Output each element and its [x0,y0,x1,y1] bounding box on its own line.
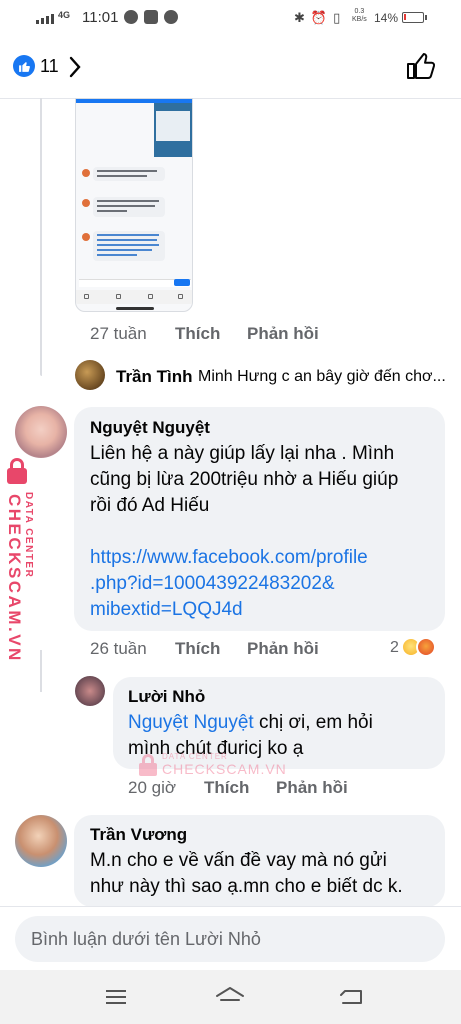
header-divider [0,98,461,99]
watermark-small-text: DATA CENTER [23,492,34,579]
like-comment-button[interactable]: Thích [175,324,220,344]
thread-line [40,650,42,692]
comment-time: 26 tuần [90,639,147,658]
status-bar: 4G 11:01 ✱ ⏰ ▯ 0.3 KB/s 14% [0,0,461,36]
watermark-brand-text: CHECKSCAM.VN [5,494,24,663]
comment-author-name[interactable]: Lười Nhỏ [128,687,205,707]
bluetooth-icon: ✱ [294,10,305,25]
comment-text: cũng bị lừa 200triệu nhờ a Hiếu giúp [90,469,399,490]
battery-icon [402,12,427,23]
comment-meta: 27 tuần [90,324,147,344]
comment-time: 27 tuần [90,324,147,343]
profile-link[interactable]: .php?id=100043922483202& [90,570,335,597]
profile-link[interactable]: mibextid=LQQJ4d [90,596,243,623]
back-icon[interactable] [337,983,367,1011]
comment-composer [0,906,461,970]
reactions-header: 11 [0,36,461,98]
comment-text: như này thì sao ạ.mn cho e biết dc k. [90,876,403,897]
reply-author-name[interactable]: Trần Tình [116,367,193,387]
facebook-notification-icon [144,10,158,24]
reply-snippet[interactable]: Minh Hưng c an bây giờ đến chơ... [198,368,446,386]
reply-comment-button[interactable]: Phản hồi [247,639,319,659]
menu-icon[interactable] [101,983,131,1011]
comment-text: rồi đó Ad Hiếu [90,495,210,516]
comment-author-name[interactable]: Nguyệt Nguyệt [90,418,210,438]
like-post-button[interactable] [406,52,436,85]
home-icon[interactable] [215,983,245,1011]
avatar[interactable] [15,406,67,458]
avatar[interactable] [75,360,105,390]
thread-line [40,98,42,376]
comment-time: 20 giờ [128,778,177,797]
reply-comment-button[interactable]: Phản hồi [276,778,348,798]
battery-percent: 14% [374,11,399,25]
reply-comment-button[interactable]: Phản hồi [247,324,319,344]
profile-link[interactable]: https://www.facebook.com/profile [90,544,368,571]
watermark-lock-icon [138,753,158,776]
comment-author-name[interactable]: Trần Vương [90,825,187,845]
comment-text: Nguyệt Nguyệt chị ơi, em hỏi [128,712,373,733]
like-comment-button[interactable]: Thích [204,778,249,798]
signal-icon [36,14,54,24]
clock: 11:01 [82,9,119,26]
chevron-right-icon[interactable] [68,56,82,83]
comment-input-container[interactable] [15,916,445,962]
attached-screenshot-image[interactable] [75,98,193,312]
comment-reaction-count[interactable]: 2 [390,639,399,657]
reaction-count[interactable]: 11 [40,56,59,77]
avatar[interactable] [75,676,105,706]
like-comment-button[interactable]: Thích [175,639,220,659]
system-nav-bar [0,970,461,1024]
watermark-center: DATA CENTER CHECKSCAM.VN [138,752,287,777]
comment-text: Liên hệ a này giúp lấy lại nha . Mình [90,443,395,464]
avatar[interactable] [15,815,67,867]
like-reaction-icon[interactable] [13,55,35,77]
vibrate-icon: ▯ [333,10,341,25]
network-speed: 0.3 KB/s [352,8,367,23]
comment-input[interactable] [31,916,431,962]
network-type: 4G [58,10,71,20]
alarm-icon: ⏰ [310,10,328,25]
angry-reaction-icon[interactable] [416,637,436,657]
mention-link[interactable]: Nguyệt Nguyệt [128,712,254,733]
comment-text: M.n cho e về vấn đề vay mà nó gửi [90,850,387,871]
telegram-notification-icon [164,10,178,24]
messenger-notification-icon [124,10,138,24]
